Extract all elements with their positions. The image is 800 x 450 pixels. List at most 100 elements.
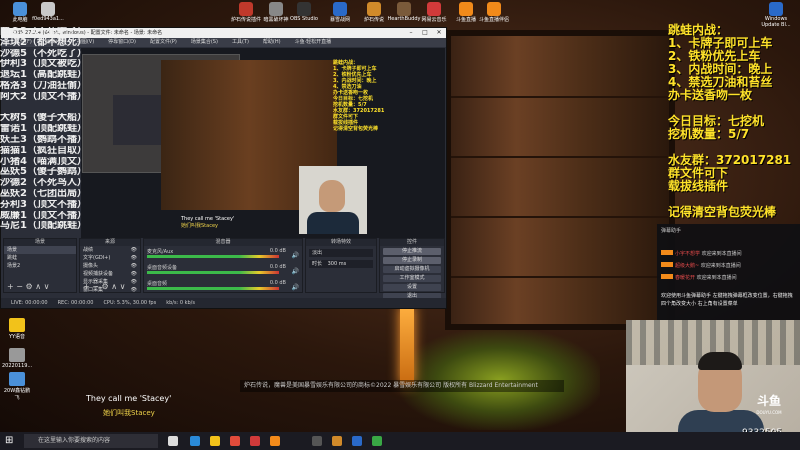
control-button[interactable]: 停止推流 <box>383 248 441 255</box>
overlay-left-line: 马尼1（顶配跳蛙） <box>0 221 87 232</box>
source-item[interactable]: 文字(GDI+) 👁 <box>80 254 140 262</box>
app-icon <box>769 2 783 16</box>
menu-item[interactable]: 停靠窗口(D) <box>108 39 136 45</box>
eye-icon[interactable]: 👁 <box>131 262 137 270</box>
menu-item[interactable]: 帮助(H) <box>263 39 281 45</box>
eye-icon[interactable]: 👁 <box>131 246 137 254</box>
desktop-icon[interactable]: 斗鱼直播伴侣 <box>476 2 512 28</box>
speaker-icon[interactable]: 🔊 <box>292 252 299 259</box>
chat-username[interactable]: 春暖花开 <box>675 275 695 281</box>
taskbar-search-input[interactable]: 在这里输入你要搜索的内容 <box>24 434 158 448</box>
douyu-icon[interactable] <box>270 436 280 446</box>
close-icon[interactable]: ✕ <box>432 28 446 38</box>
transition-duration[interactable]: 时长 300 ms <box>309 260 373 268</box>
chat-message: 欢迎来到本直播间 <box>699 263 741 269</box>
desktop-icon[interactable]: 暴雪战网 <box>322 2 358 28</box>
control-button[interactable]: 设置 <box>383 284 441 291</box>
chat-username[interactable]: 超级大鹅~ <box>675 263 699 269</box>
app-icon <box>13 2 27 16</box>
duration-label: 时长 <box>312 261 323 267</box>
fan-badge-icon <box>661 274 673 279</box>
source-label: 战绩 <box>83 247 94 253</box>
control-button[interactable]: 停止录制 <box>383 257 441 264</box>
control-button[interactable]: 工作室模式 <box>383 275 441 282</box>
volume-meter[interactable] <box>147 287 279 290</box>
menu-item[interactable]: 场景集合(S) <box>191 39 218 45</box>
battlenet-icon[interactable] <box>352 436 362 446</box>
volume-meter[interactable] <box>147 271 279 274</box>
overlay-left-list: 曲奇3（不死吃了） 泽琪2（都不想死） 沙德5（不死吃了） 伊利3（顶文被吃） 退坛1（… <box>0 27 95 232</box>
obs-preview[interactable]: 跳蛙内战： 1、卡牌子即可上车 2、铁粉优先上车 3、内战时间：晚上 4、禁选刀油 办卡送… <box>81 48 445 238</box>
status-item: LIVE: 00:00:00 <box>11 300 48 306</box>
desktop-icon[interactable]: YY语音 <box>2 318 32 340</box>
desktop-icon[interactable]: 20220119... <box>2 348 32 369</box>
taskbar: ⊞ 在这里输入你要搜索的内容 <box>0 432 800 450</box>
desktop-icon[interactable]: 20W鑫钻鹏飞 <box>2 372 32 401</box>
overlay-right-line: 载拔线插件 <box>668 179 729 193</box>
task-view-icon[interactable] <box>168 436 178 446</box>
obs-icon[interactable] <box>312 436 322 446</box>
transitions-dock: 转场特效 淡出 时长 300 ms <box>305 238 377 293</box>
app-icon <box>333 2 347 16</box>
preview-subtitle: They call me 'Stacey' 她们叫我Stacey <box>181 216 234 229</box>
menu-item[interactable]: 斗鱼·轻松开直播 <box>295 39 332 45</box>
overlay-left-line <box>0 103 95 114</box>
speaker-icon[interactable]: 🔊 <box>292 284 299 291</box>
desktop-icon-label: 炉石传说插件 <box>230 17 261 23</box>
source-item[interactable]: 摄像头 👁 <box>80 262 140 270</box>
edge-icon[interactable] <box>190 436 200 446</box>
hearthstone-icon[interactable] <box>332 436 342 446</box>
chat-username[interactable]: 小宇不想学 <box>675 251 700 257</box>
streamer-face <box>319 180 345 212</box>
chat-row: 小宇不想学 欢迎来到本直播间 <box>661 250 742 257</box>
windows-start-icon[interactable]: ⊞ <box>5 435 13 446</box>
eye-icon[interactable]: 👁 <box>131 278 137 286</box>
eye-icon[interactable]: 👁 <box>131 270 137 278</box>
minimize-icon[interactable]: – <box>404 28 418 38</box>
scene-item[interactable]: 场景2 <box>4 262 76 270</box>
desktop-icon-label: 暴雪战网 <box>329 17 350 23</box>
desktop-icon-label: 20220119... <box>2 363 33 369</box>
desktop-icon[interactable]: OBS Studio <box>286 2 322 28</box>
mixer-channel: 桌面音频设备 0.0 dB 🔊 <box>144 264 302 278</box>
menu-item[interactable]: 工具(T) <box>232 39 249 45</box>
obs-status-bar: LIVE: 00:00:00 REC: 00:00:00 CPU: 5.3%, 30… <box>1 298 446 308</box>
desktop-icon-label: 此电脑 <box>12 17 28 23</box>
desktop-icon[interactable]: 网易云音乐 <box>416 2 452 28</box>
source-toolbar[interactable]: + − ⚙ ∧ ∨ <box>83 282 125 291</box>
desktop-icon-label: OBS Studio <box>290 16 318 22</box>
danmu-chat-panel[interactable]: 弹幕助手 小宇不想学 欢迎来到本直播间 超级大鹅~ 欢迎来到本直播间 春暖花开 欢迎… <box>657 224 800 322</box>
scene-toolbar[interactable]: + − ⚙ ∧ ∨ <box>7 282 49 291</box>
game-copyright-text: 炉石传说，魔兽是美国暴雪娱乐有限公司的商标©2022 暴雪娱乐有限公司 版权所有… <box>240 380 564 392</box>
chrome-icon[interactable] <box>230 436 240 446</box>
maximize-icon[interactable]: □ <box>418 28 432 38</box>
desktop-icon[interactable]: f0ed943a1... <box>30 2 66 28</box>
mixer-value: 0.0 dB <box>269 264 286 270</box>
eye-icon[interactable]: 👁 <box>131 286 137 294</box>
scenes-dock: 场景 场景 跳蛙 场景2 + − ⚙ ∧ ∨ <box>3 238 77 293</box>
app-icon <box>269 2 283 16</box>
volume-meter[interactable] <box>147 255 279 258</box>
transition-select[interactable]: 淡出 <box>309 249 373 257</box>
control-button[interactable]: 启动虚拟摄像机 <box>383 266 441 273</box>
app-icon <box>41 2 55 16</box>
mixer-dock: 混音器 麦克风/Aux 0.0 dB 🔊 桌面音频设备 0.0 dB 🔊 桌面音频 0.0 d… <box>143 238 303 293</box>
app-icon <box>9 348 25 362</box>
source-item[interactable]: 视频捕获设备 👁 <box>80 270 140 278</box>
overlay-left-line: 曲奇3（不死吃了） <box>0 27 87 37</box>
netease-icon[interactable] <box>250 436 260 446</box>
menu-item[interactable]: 配置文件(P) <box>150 39 177 45</box>
chat-row: 春暖花开 欢迎来到本直播间 <box>661 274 737 281</box>
app-icon[interactable] <box>372 436 382 446</box>
desktop-icon-label: f0ed943a1... <box>32 16 64 22</box>
source-item[interactable]: 战绩 👁 <box>80 246 140 254</box>
explorer-icon[interactable] <box>210 436 220 446</box>
sources-dock: 来源 战绩 👁 文字(GDI+) 👁 摄像头 👁 视频捕获设备 👁 显示器采集 👁 窗口采集 👁 + … <box>79 238 141 293</box>
desktop-icon-label: 炉石传说 <box>363 17 384 23</box>
chat-message: 欢迎来到本直播间 <box>700 251 742 257</box>
eye-icon[interactable]: 👁 <box>131 254 137 262</box>
speaker-icon[interactable]: 🔊 <box>292 268 299 275</box>
scene-item[interactable]: 跳蛙 <box>4 254 76 262</box>
mixer-value: 0.0 dB <box>269 280 286 286</box>
scene-item[interactable]: 场景 <box>4 246 76 254</box>
